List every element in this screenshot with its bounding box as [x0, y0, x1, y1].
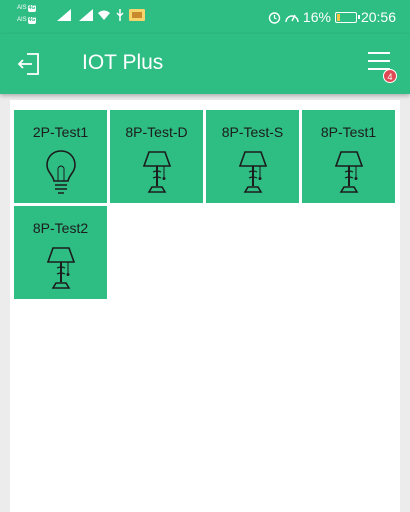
device-name: 8P-Test2	[32, 220, 89, 236]
device-name: 8P-Test1	[320, 124, 377, 140]
usb-icon	[116, 9, 124, 21]
device-name: 8P-Test-S	[221, 124, 284, 140]
status-right: 16% 20:56	[264, 5, 396, 29]
lamp-icon	[235, 148, 271, 196]
device-tile[interactable]: 8P-Test-D	[110, 110, 203, 203]
sim2-network: 4G	[27, 17, 37, 24]
status-bar: AIS 4G AIS 4G 16% 20:56	[0, 0, 410, 34]
sim1-label: AIS	[17, 5, 27, 11]
device-tile[interactable]: 8P-Test1	[302, 110, 395, 203]
signal-2-icon	[79, 9, 93, 21]
notification-app-icon	[129, 9, 145, 21]
sim1-network: 4G	[27, 5, 37, 12]
device-grid: 2P-Test1 8P-Test-D 8P-Test-S 8P-Test1 8P-Tes…	[10, 100, 400, 512]
sim2-label: AIS	[17, 17, 27, 23]
sim2-indicator: AIS 4G	[17, 17, 37, 24]
lamp-icon	[139, 148, 175, 196]
bulb-icon	[43, 148, 79, 196]
signal-1-icon	[57, 9, 71, 21]
device-name: 8P-Test-D	[125, 124, 188, 140]
device-tile[interactable]: 8P-Test-S	[206, 110, 299, 203]
alarm-icon	[268, 11, 281, 24]
battery-fill	[336, 13, 340, 21]
app-bar: IOT Plus 4	[0, 34, 410, 94]
menu-line	[368, 52, 390, 54]
sim1-indicator: AIS 4G	[17, 5, 37, 12]
wifi-icon	[98, 10, 110, 20]
lamp-icon	[331, 148, 367, 196]
device-name: 2P-Test1	[32, 124, 89, 140]
clock: 20:56	[360, 9, 396, 25]
device-tile[interactable]: 8P-Test2	[14, 206, 107, 299]
lamp-icon	[43, 244, 79, 292]
notification-badge: 4	[383, 69, 397, 83]
logout-icon[interactable]	[16, 50, 44, 78]
battery-icon	[334, 11, 360, 23]
speed-icon	[285, 14, 299, 22]
battery-percent: 16%	[302, 9, 331, 25]
menu-line	[368, 60, 390, 62]
device-tile[interactable]: 2P-Test1	[14, 110, 107, 203]
page-title: IOT Plus	[82, 51, 164, 74]
